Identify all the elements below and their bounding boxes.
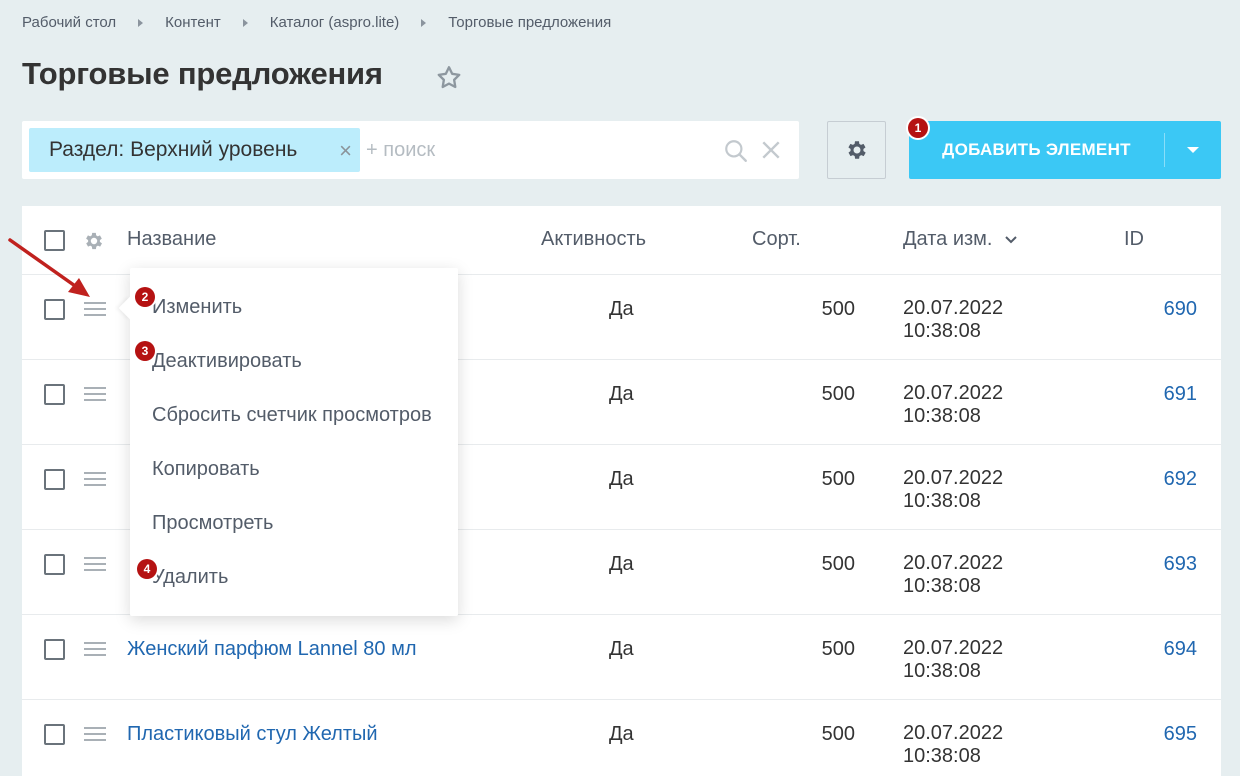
row-active: Да — [609, 553, 634, 575]
row-date: 20.07.2022 10:38:08 — [903, 552, 1003, 598]
page-title: Торговые предложения — [22, 56, 383, 91]
row-active: Да — [609, 468, 634, 490]
column-name[interactable]: Название — [127, 228, 216, 251]
star-icon[interactable] — [435, 64, 463, 92]
row-active: Да — [609, 723, 634, 745]
row-checkbox[interactable] — [44, 554, 65, 575]
row-checkbox[interactable] — [44, 724, 65, 745]
row-date-time: 10:38:08 — [903, 405, 981, 427]
breadcrumb-content[interactable]: Контент — [165, 14, 221, 31]
search-icon[interactable] — [723, 138, 749, 164]
column-id[interactable]: ID — [1124, 228, 1144, 251]
step-badge-3: 3 — [135, 341, 155, 361]
column-date-label: Дата изм. — [903, 228, 993, 250]
column-sort[interactable]: Сорт. — [752, 228, 801, 251]
step-badge-1: 1 — [908, 118, 928, 138]
search-input[interactable] — [366, 133, 706, 167]
row-active: Да — [609, 383, 634, 405]
row-sort: 500 — [821, 298, 855, 320]
breadcrumb-separator-icon — [242, 18, 248, 27]
row-date-time: 10:38:08 — [903, 745, 981, 767]
row-name[interactable]: Женский парфюм Lannel 80 мл — [127, 638, 417, 661]
row-date-day: 20.07.2022 — [903, 722, 1004, 744]
row-menu-icon[interactable] — [84, 557, 106, 571]
row-date: 20.07.2022 10:38:08 — [903, 297, 1003, 343]
breadcrumb-offers[interactable]: Торговые предложения — [448, 14, 611, 31]
row-sort: 500 — [821, 553, 855, 575]
row-id[interactable]: 692 — [1122, 468, 1197, 491]
row-date-time: 10:38:08 — [903, 660, 981, 682]
row-sort: 500 — [821, 638, 855, 660]
row-sort: 500 — [821, 383, 855, 405]
column-active[interactable]: Активность — [541, 228, 646, 251]
add-element-label: ДОБАВИТЬ ЭЛЕМЕНТ — [942, 140, 1131, 159]
menu-item-edit[interactable]: Изменить — [152, 296, 242, 319]
remove-filter-icon[interactable]: × — [339, 138, 352, 164]
row-date: 20.07.2022 10:38:08 — [903, 637, 1003, 683]
row-id[interactable]: 693 — [1122, 553, 1197, 576]
row-context-menu: Изменить Деактивировать Сбросить счетчик… — [118, 268, 458, 616]
row-menu-icon[interactable] — [84, 727, 106, 741]
list-settings-button[interactable] — [827, 121, 886, 179]
row-menu-icon[interactable] — [84, 472, 106, 486]
row-id[interactable]: 694 — [1122, 638, 1197, 661]
row-date-time: 10:38:08 — [903, 490, 981, 512]
row-date-day: 20.07.2022 — [903, 552, 1004, 574]
menu-item-delete[interactable]: Удалить — [152, 566, 228, 589]
chevron-down-icon — [1187, 147, 1199, 153]
menu-item-view[interactable]: Просмотреть — [152, 512, 273, 535]
add-element-dropdown[interactable] — [1165, 147, 1221, 153]
row-sort: 500 — [821, 468, 855, 490]
row-date-day: 20.07.2022 — [903, 297, 1004, 319]
step-badge-2: 2 — [135, 287, 155, 307]
row-menu-icon[interactable] — [84, 387, 106, 401]
row-date-time: 10:38:08 — [903, 320, 981, 342]
row-date: 20.07.2022 10:38:08 — [903, 722, 1003, 768]
row-date-day: 20.07.2022 — [903, 637, 1004, 659]
table-row: Женский парфюм Lannel 80 мл Да 500 20.07… — [22, 615, 1221, 700]
breadcrumb-separator-icon — [421, 18, 427, 27]
chevron-down-icon — [1005, 236, 1017, 244]
annotation-arrow-icon — [8, 238, 90, 297]
row-date-day: 20.07.2022 — [903, 467, 1004, 489]
add-element-button[interactable]: ДОБАВИТЬ ЭЛЕМЕНТ — [909, 121, 1221, 179]
row-id[interactable]: 691 — [1122, 383, 1197, 406]
row-id[interactable]: 695 — [1122, 723, 1197, 746]
row-date-time: 10:38:08 — [903, 575, 981, 597]
row-sort: 500 — [821, 723, 855, 745]
gear-icon — [847, 141, 866, 159]
breadcrumb: Рабочий стол Контент Каталог (aspro.lite… — [22, 14, 611, 31]
clear-search-icon[interactable] — [760, 139, 782, 161]
row-menu-icon[interactable] — [84, 642, 106, 656]
row-name[interactable]: Пластиковый стул Желтый — [127, 723, 378, 746]
step-badge-4: 4 — [137, 559, 157, 579]
row-date: 20.07.2022 10:38:08 — [903, 467, 1003, 513]
menu-item-copy[interactable]: Копировать — [152, 458, 260, 481]
row-checkbox[interactable] — [44, 639, 65, 660]
row-date: 20.07.2022 10:38:08 — [903, 382, 1003, 428]
row-active: Да — [609, 638, 634, 660]
menu-item-reset-views[interactable]: Сбросить счетчик просмотров — [152, 404, 432, 427]
table-row: Пластиковый стул Желтый Да 500 20.07.202… — [22, 700, 1221, 776]
row-active: Да — [609, 298, 634, 320]
menu-item-deactivate[interactable]: Деактивировать — [152, 350, 302, 373]
breadcrumb-separator-icon — [138, 18, 144, 27]
row-date-day: 20.07.2022 — [903, 382, 1004, 404]
row-checkbox[interactable] — [44, 469, 65, 490]
filter-chip-section: Раздел: Верхний уровень × — [29, 128, 360, 172]
filter-search-box[interactable]: Раздел: Верхний уровень × — [22, 121, 799, 179]
column-date[interactable]: Дата изм. — [903, 228, 1018, 251]
table-header: Название Активность Сорт. Дата изм. ID — [22, 206, 1221, 275]
filter-chip-label: Раздел: Верхний уровень — [49, 138, 298, 161]
row-checkbox[interactable] — [44, 384, 65, 405]
breadcrumb-catalog[interactable]: Каталог (aspro.lite) — [270, 14, 400, 31]
row-id[interactable]: 690 — [1122, 298, 1197, 321]
breadcrumb-desktop[interactable]: Рабочий стол — [22, 14, 116, 31]
